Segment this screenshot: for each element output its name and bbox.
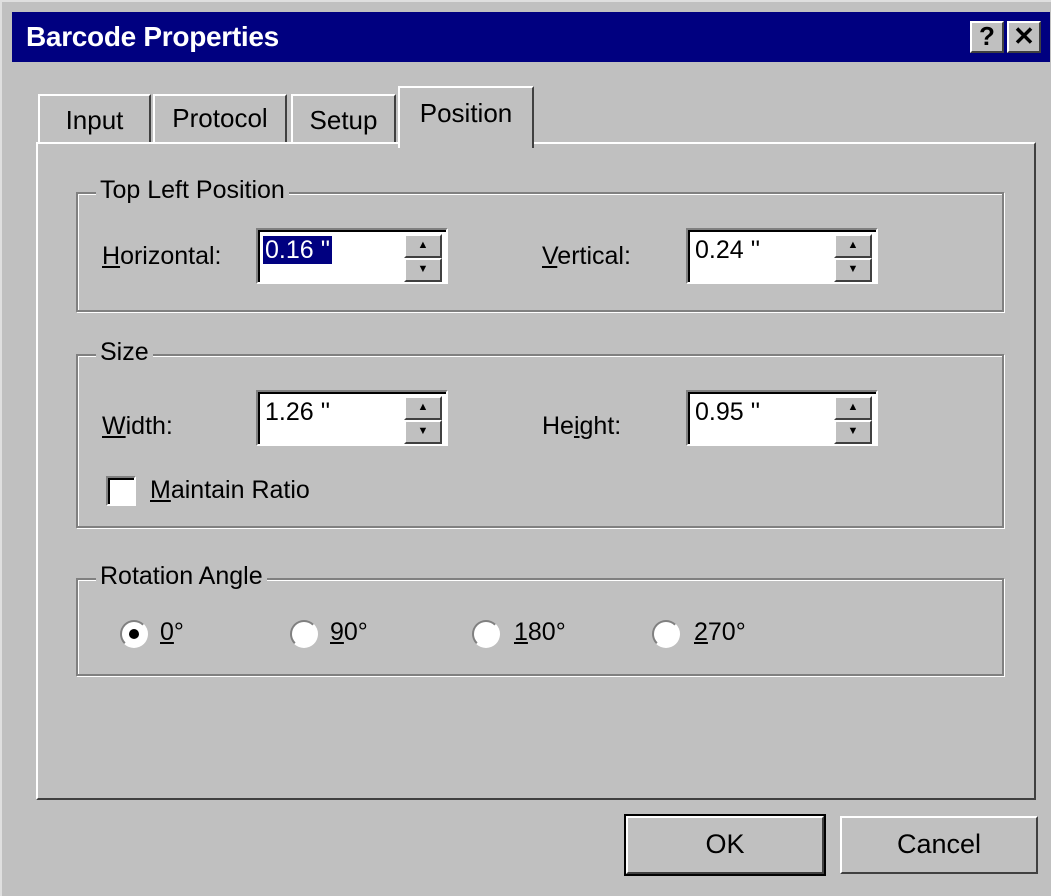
spin-up-button[interactable]: ▲ (834, 234, 872, 258)
tab-setup[interactable]: Setup (291, 94, 396, 144)
vertical-field[interactable]: 0.24 '' ▲ ▼ (686, 228, 878, 284)
radio-rotation-270[interactable] (652, 620, 680, 648)
width-label: Width: (102, 412, 173, 440)
group-legend: Size (96, 338, 153, 367)
height-value[interactable]: 0.95 '' (693, 398, 762, 426)
tab-label: Input (65, 105, 124, 135)
group-legend: Rotation Angle (96, 562, 267, 591)
spin-up-button[interactable]: ▲ (834, 396, 872, 420)
top-left-position-group: Top Left Position Horizontal: 0.16 '' ▲ … (76, 176, 1004, 312)
tab-panel-position: Top Left Position Horizontal: 0.16 '' ▲ … (36, 142, 1036, 800)
cancel-button[interactable]: Cancel (840, 816, 1038, 874)
radio-rotation-180[interactable] (472, 620, 500, 648)
window-title: Barcode Properties (26, 21, 279, 52)
height-label: Height: (542, 412, 622, 440)
height-spinner: ▲ ▼ (834, 396, 872, 444)
width-value[interactable]: 1.26 '' (263, 398, 332, 426)
help-button[interactable]: ? (970, 21, 1004, 53)
tab-label: Setup (309, 105, 378, 135)
horizontal-spinner: ▲ ▼ (404, 234, 442, 282)
rotation-0-label[interactable]: 0° (160, 618, 184, 647)
width-spinner: ▲ ▼ (404, 396, 442, 444)
radio-selected-dot (129, 629, 139, 639)
vertical-label: Vertical: (542, 242, 631, 270)
spin-down-button[interactable]: ▼ (404, 420, 442, 444)
height-field[interactable]: 0.95 '' ▲ ▼ (686, 390, 878, 446)
spin-down-button[interactable]: ▼ (834, 420, 872, 444)
title-bar: Barcode Properties ? ✕ (12, 12, 1050, 62)
vertical-spinner: ▲ ▼ (834, 234, 872, 282)
tab-position[interactable]: Position (398, 86, 534, 148)
rotation-90-label[interactable]: 90° (330, 618, 368, 647)
ok-button[interactable]: OK (624, 814, 826, 876)
width-field[interactable]: 1.26 '' ▲ ▼ (256, 390, 448, 446)
spin-down-button[interactable]: ▼ (834, 258, 872, 282)
horizontal-field[interactable]: 0.16 '' ▲ ▼ (256, 228, 448, 284)
maintain-ratio-checkbox[interactable] (106, 476, 136, 506)
spin-up-button[interactable]: ▲ (404, 396, 442, 420)
maintain-ratio-label[interactable]: Maintain Ratio (150, 476, 310, 505)
rotation-270-label[interactable]: 270° (694, 618, 746, 647)
spin-down-button[interactable]: ▼ (404, 258, 442, 282)
dialog-window: Barcode Properties ? ✕ Input Protocol Se… (0, 0, 1051, 896)
radio-rotation-0[interactable] (120, 620, 148, 648)
vertical-value[interactable]: 0.24 '' (693, 236, 762, 264)
horizontal-label: Horizontal: (102, 242, 222, 270)
radio-rotation-90[interactable] (290, 620, 318, 648)
close-button[interactable]: ✕ (1007, 21, 1041, 53)
spin-up-button[interactable]: ▲ (404, 234, 442, 258)
rotation-180-label[interactable]: 180° (514, 618, 566, 647)
group-legend: Top Left Position (96, 176, 289, 205)
tab-input[interactable]: Input (38, 94, 151, 144)
tab-protocol[interactable]: Protocol (153, 94, 287, 144)
horizontal-value[interactable]: 0.16 '' (263, 236, 333, 264)
rotation-angle-group: Rotation Angle 0° 90° 180° 270° (76, 562, 1004, 676)
tab-label: Position (419, 98, 513, 128)
size-group: Size Width: 1.26 '' ▲ ▼ Height: 0.95 '' … (76, 338, 1004, 528)
tab-label: Protocol (172, 103, 268, 133)
